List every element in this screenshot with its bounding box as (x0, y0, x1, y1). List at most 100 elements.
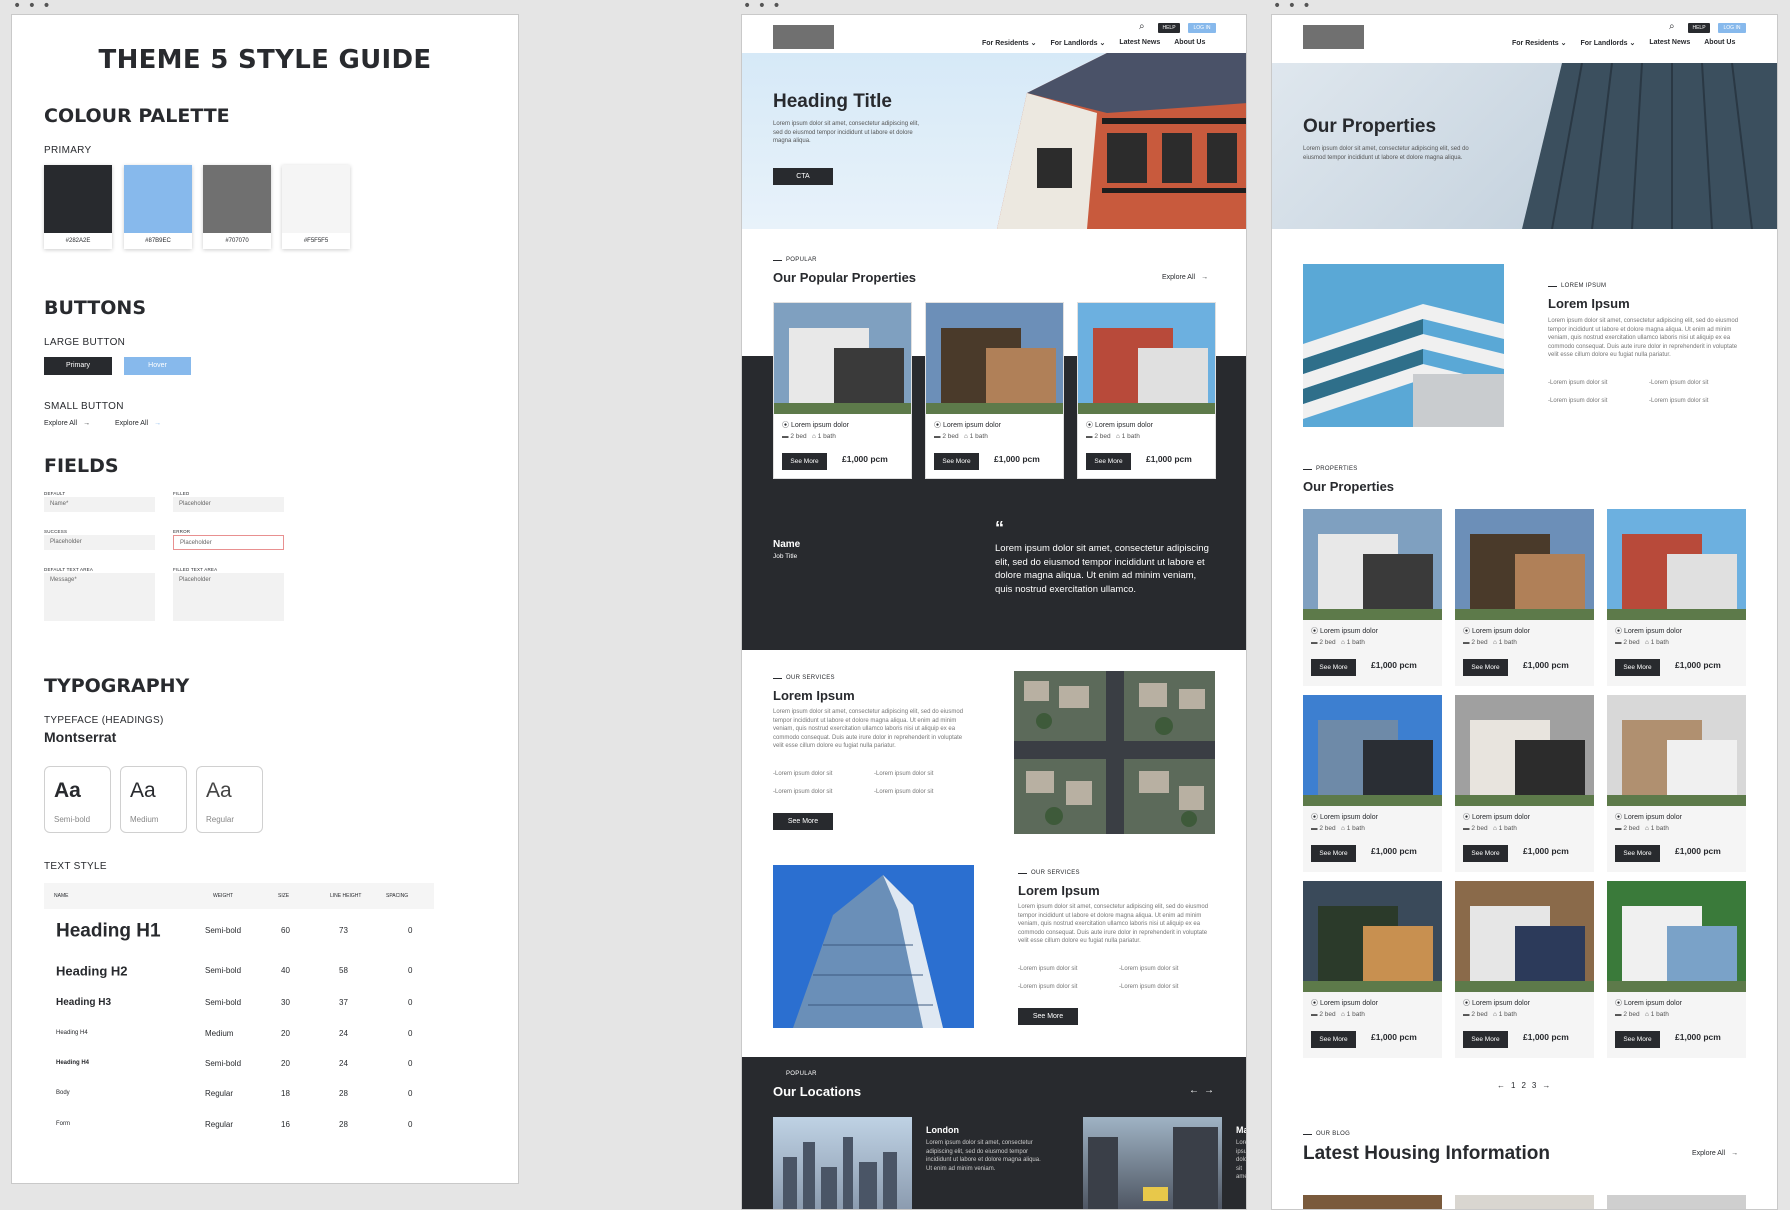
see-more-button[interactable]: See More (1463, 845, 1508, 862)
property-card[interactable]: ⦿ Lorem ipsum dolor ▬ 2 bed ⌂ 1 bath See… (1607, 509, 1746, 686)
text-style-name: Heading H1 (56, 920, 161, 942)
see-more-button[interactable]: See More (934, 453, 979, 470)
popular-title: Our Popular Properties (773, 270, 917, 285)
logo[interactable] (1303, 25, 1364, 49)
see-more-button[interactable]: See More (1086, 453, 1131, 470)
property-location: ⦿ Lorem ipsum dolor (1311, 628, 1378, 635)
see-more-button[interactable]: See More (782, 453, 827, 470)
primary-label: PRIMARY (44, 145, 92, 156)
property-card[interactable]: ⦿ Lorem ipsum dolor ▬ 2 bed ⌂ 1 bath See… (773, 302, 912, 479)
property-card[interactable]: ⦿ Lorem ipsum dolor ▬ 2 bed ⌂ 1 bath See… (1455, 509, 1594, 686)
text-style-sp: 0 (408, 966, 413, 975)
hero-building-image (997, 53, 1246, 229)
explore-all-link-hover[interactable]: Explore All → (115, 420, 161, 427)
see-more-button[interactable]: See More (1311, 659, 1356, 676)
see-more-button[interactable]: See More (1311, 1031, 1356, 1048)
property-price: £1,000 pcm (1523, 1032, 1569, 1042)
property-card[interactable]: ⦿ Lorem ipsum dolor ▬ 2 bed ⌂ 1 bath See… (1303, 881, 1442, 1058)
property-meta: ▬ 2 bed ⌂ 1 bath (1463, 825, 1517, 832)
help-button[interactable]: HELP (1158, 23, 1180, 33)
property-card[interactable]: ⦿ Lorem ipsum dolor ▬ 2 bed ⌂ 1 bath See… (1455, 695, 1594, 872)
buttons-heading: BUTTONS (44, 297, 147, 319)
default-field[interactable]: Name* (44, 497, 155, 512)
search-icon[interactable]: ⌕ (1669, 21, 1675, 32)
default-textarea[interactable]: Message* (44, 573, 155, 621)
arrow-right-icon[interactable]: → (1204, 1085, 1214, 1096)
explore-all-link[interactable]: Explore All → (1162, 274, 1208, 281)
nav-latest-news[interactable]: Latest News (1119, 39, 1160, 47)
nav-for-landlords[interactable]: For Landlords ⌄ (1051, 39, 1106, 47)
see-more-button[interactable]: See More (1615, 659, 1660, 676)
board-menu-icon[interactable]: • • • (13, 0, 52, 13)
see-more-button[interactable]: See More (1311, 845, 1356, 862)
hero-text: Lorem ipsum dolor sit amet, consectetur … (773, 121, 920, 145)
type-sample-regular: Aa Regular (196, 766, 263, 833)
nav-for-residents[interactable]: For Residents ⌄ (982, 39, 1037, 47)
property-card[interactable]: ⦿ Lorem ipsum dolor ▬ 2 bed ⌂ 1 bath See… (1303, 695, 1442, 872)
text-style-lh: 24 (339, 1059, 348, 1068)
primary-button[interactable]: Primary (44, 357, 112, 375)
services-see-more-button[interactable]: See More (773, 813, 833, 830)
property-image (1303, 695, 1442, 806)
success-field[interactable]: Placeholder (44, 535, 155, 550)
nav-latest-news[interactable]: Latest News (1649, 39, 1690, 47)
property-location: ⦿ Lorem ipsum dolor (1463, 1000, 1530, 1007)
text-style-size: 60 (281, 926, 290, 935)
cta-button[interactable]: CTA (773, 168, 833, 185)
property-location: ⦿ Lorem ipsum dolor (1311, 1000, 1378, 1007)
swatch-light: #F5F5F5 (282, 165, 350, 249)
property-card[interactable]: ⦿ Lorem ipsum dolor ▬ 2 bed ⌂ 1 bath See… (1303, 509, 1442, 686)
error-field[interactable]: Placeholder (173, 535, 284, 550)
filled-textarea[interactable]: Placeholder (173, 573, 284, 621)
see-more-button[interactable]: See More (1463, 659, 1508, 676)
property-card[interactable]: ⦿ Lorem ipsum dolor ▬ 2 bed ⌂ 1 bath See… (925, 302, 1064, 479)
text-style-label: TEXT STYLE (44, 861, 107, 872)
explore-all-link[interactable]: Explore All → (1692, 1150, 1738, 1157)
help-button[interactable]: HELP (1688, 23, 1710, 33)
property-card[interactable]: ⦿ Lorem ipsum dolor ▬ 2 bed ⌂ 1 bath See… (1607, 881, 1746, 1058)
blog-image-1 (1303, 1195, 1442, 1209)
nav-about-us[interactable]: About Us (1704, 39, 1735, 47)
arrow-right-icon[interactable]: → (1542, 1081, 1550, 1090)
text-style-sp: 0 (408, 1120, 413, 1129)
large-button-label: LARGE BUTTON (44, 337, 126, 348)
see-more-button[interactable]: See More (1615, 845, 1660, 862)
arrow-left-icon[interactable]: ← (1189, 1085, 1199, 1096)
text-style-sp: 0 (408, 1059, 413, 1068)
page-2[interactable]: 2 (1521, 1081, 1525, 1090)
property-card[interactable]: ⦿ Lorem ipsum dolor ▬ 2 bed ⌂ 1 bath See… (1455, 881, 1594, 1058)
intro-bullet: -Lorem ipsum dolor sit (1548, 380, 1608, 386)
see-more-button[interactable]: See More (1615, 1031, 1660, 1048)
property-card[interactable]: ⦿ Lorem ipsum dolor ▬ 2 bed ⌂ 1 bath See… (1607, 695, 1746, 872)
nav-about-us[interactable]: About Us (1174, 39, 1205, 47)
page-1[interactable]: 1 (1511, 1081, 1515, 1090)
login-button[interactable]: LOG IN (1718, 23, 1746, 33)
field-label: SUCCESS (44, 529, 68, 534)
services-eyebrow: OUR SERVICES (773, 675, 835, 681)
hero-title: Heading Title (773, 91, 892, 112)
arrow-left-icon[interactable]: ← (1497, 1081, 1505, 1090)
login-button[interactable]: LOG IN (1188, 23, 1216, 33)
text-style-name: Heading H4 (56, 1060, 90, 1066)
page-3[interactable]: 3 (1532, 1081, 1536, 1090)
text-style-weight: Semi-bold (205, 1059, 242, 1068)
hover-button[interactable]: Hover (124, 357, 191, 375)
field-label: DEFAULT (44, 491, 66, 496)
search-icon[interactable]: ⌕ (1139, 21, 1145, 32)
services-see-more-button-2[interactable]: See More (1018, 1008, 1078, 1025)
board-menu-icon[interactable]: • • • (1273, 0, 1312, 13)
services-bullet: -Lorem ipsum dolor sit (1119, 984, 1179, 990)
property-location: ⦿ Lorem ipsum dolor (1615, 814, 1682, 821)
text-style-size: 30 (281, 998, 290, 1007)
filled-field[interactable]: Placeholder (173, 497, 284, 512)
property-meta: ▬ 2 bed ⌂ 1 bath (1615, 825, 1669, 832)
property-card[interactable]: ⦿ Lorem ipsum dolor ▬ 2 bed ⌂ 1 bath See… (1077, 302, 1216, 479)
blog-title: Latest Housing Information (1303, 1143, 1550, 1164)
logo[interactable] (773, 25, 834, 49)
nav-for-residents[interactable]: For Residents ⌄ (1512, 39, 1567, 47)
board-menu-icon[interactable]: • • • (743, 0, 782, 13)
explore-all-link[interactable]: Explore All → (44, 420, 90, 427)
see-more-button[interactable]: See More (1463, 1031, 1508, 1048)
intro-eyebrow: LOREM IPSUM (1548, 283, 1606, 289)
nav-for-landlords[interactable]: For Landlords ⌄ (1581, 39, 1636, 47)
